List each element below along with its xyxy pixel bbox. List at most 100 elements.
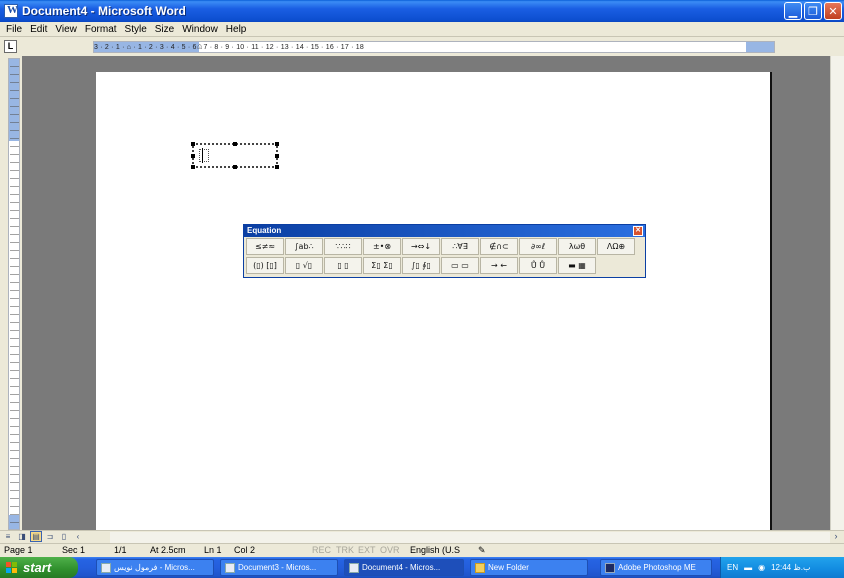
- window-controls: ▁ ❐ ✕: [784, 2, 842, 20]
- equation-toolbar-close-icon[interactable]: ✕: [633, 226, 643, 236]
- integral-templates-button[interactable]: ∫▯ ∮▯: [402, 257, 440, 274]
- summation-templates-button[interactable]: Σ▯ Σ▯: [363, 257, 401, 274]
- scroll-right-icon[interactable]: ›: [830, 531, 842, 543]
- view-buttons: ≡ ◨ ▤ ⊐ ▯ ‹: [2, 531, 84, 542]
- status-ext[interactable]: EXT: [358, 545, 376, 555]
- spaces-ellipses-button[interactable]: ∫ab∴: [285, 238, 323, 255]
- vertical-scrollbar[interactable]: [830, 56, 844, 530]
- folder-icon: [475, 562, 485, 573]
- ruler-row: L 3 · 2 · 1 · ⌂ · 1 · 2 · 3 · 4 · 5 · 6 …: [0, 36, 844, 56]
- menu-file[interactable]: File: [2, 24, 26, 35]
- resize-handle[interactable]: [191, 142, 195, 146]
- embellishments-button[interactable]: ∵∴∷: [324, 238, 362, 255]
- taskbar-item-document3[interactable]: Document3 - Micros...: [220, 559, 338, 576]
- taskbar-item-document4[interactable]: Document4 - Micros...: [344, 559, 464, 576]
- taskbar-item-photoshop[interactable]: Adobe Photoshop ME: [600, 559, 712, 576]
- spelling-status-icon[interactable]: ✎: [478, 545, 486, 556]
- window-title: Document4 - Microsoft Word: [22, 4, 186, 18]
- menu-size[interactable]: Size: [151, 24, 178, 35]
- reading-view-icon[interactable]: ▯: [58, 531, 70, 542]
- misc-symbols-button[interactable]: ∂∞ℓ: [519, 238, 557, 255]
- start-label: start: [23, 560, 52, 575]
- status-trk[interactable]: TRK: [336, 545, 354, 555]
- status-at: At 2.5cm: [150, 545, 186, 555]
- horizontal-scrollbar[interactable]: [110, 532, 830, 543]
- products-set-templates-button[interactable]: Ů Ů: [519, 257, 557, 274]
- resize-handle[interactable]: [275, 142, 279, 146]
- equation-slot[interactable]: [199, 149, 209, 162]
- menu-bar: File Edit View Format Style Size Window …: [0, 22, 844, 36]
- equation-toolbar-titlebar[interactable]: Equation ✕: [244, 225, 645, 237]
- start-button[interactable]: start: [0, 557, 78, 578]
- vruler-ticks: [10, 59, 19, 529]
- set-theory-symbols-button[interactable]: ∉∩⊂: [480, 238, 518, 255]
- subscript-superscript-templates-button[interactable]: ▯ ▯: [324, 257, 362, 274]
- status-section: Sec 1: [62, 545, 86, 555]
- status-language[interactable]: English (U.S: [410, 545, 460, 555]
- word-app-icon[interactable]: [4, 4, 18, 18]
- equation-symbols-row: ≤≠≈ ∫ab∴ ∵∴∷ ±•⊗ →⇔↓ ∴∀∃ ∉∩⊂ ∂∞ℓ λωθ ΛΩ⊕: [244, 237, 645, 256]
- labeled-arrow-templates-button[interactable]: → ←: [480, 257, 518, 274]
- taskbar-item-label: فرمول نويس - Micros...: [114, 563, 195, 572]
- normal-view-icon[interactable]: ≡: [2, 531, 14, 542]
- matrix-templates-button[interactable]: ▬ ▦: [558, 257, 596, 274]
- taskbar-item-word-persian[interactable]: فرمول نويس - Micros...: [96, 559, 214, 576]
- ruler-tick-labels: 3 · 2 · 1 · ⌂ · 1 · 2 · 3 · 4 · 5 · 6 · …: [94, 44, 364, 51]
- indent-marker-icon[interactable]: ⌂: [197, 42, 202, 51]
- equation-toolbar-title: Equation: [247, 226, 282, 235]
- taskbar-item-label: Adobe Photoshop ME: [618, 563, 696, 572]
- photoshop-icon: [605, 562, 615, 573]
- scroll-left-icon[interactable]: ‹: [72, 531, 84, 542]
- resize-handle[interactable]: [233, 142, 237, 146]
- resize-handle[interactable]: [275, 154, 279, 158]
- word-doc-icon: [225, 562, 235, 573]
- word-doc-icon: [101, 562, 111, 573]
- relational-symbols-button[interactable]: ≤≠≈: [246, 238, 284, 255]
- status-line: Ln 1: [204, 545, 222, 555]
- language-indicator[interactable]: EN: [727, 563, 738, 572]
- print-layout-view-icon[interactable]: ▤: [30, 531, 42, 542]
- status-column: Col 2: [234, 545, 256, 555]
- menu-edit[interactable]: Edit: [26, 24, 51, 35]
- operator-symbols-button[interactable]: ±•⊗: [363, 238, 401, 255]
- word-doc-icon: [349, 562, 359, 573]
- text-cursor: [202, 148, 203, 163]
- network-icon[interactable]: ◉: [758, 563, 765, 572]
- resize-handle[interactable]: [191, 165, 195, 169]
- close-button[interactable]: ✕: [824, 2, 842, 20]
- greek-lowercase-button[interactable]: λωθ: [558, 238, 596, 255]
- taskbar-item-label: New Folder: [488, 563, 529, 572]
- resize-handle[interactable]: [275, 165, 279, 169]
- taskbar-item-new-folder[interactable]: New Folder: [470, 559, 588, 576]
- tray-clock[interactable]: 12:44 ب.ظ: [771, 563, 810, 572]
- status-rec[interactable]: REC: [312, 545, 331, 555]
- status-page-count: 1/1: [114, 545, 127, 555]
- outline-view-icon[interactable]: ⊐: [44, 531, 56, 542]
- document-page[interactable]: [96, 72, 772, 530]
- menu-window[interactable]: Window: [178, 24, 222, 35]
- title-bar: Document4 - Microsoft Word ▁ ❐ ✕: [0, 0, 844, 22]
- menu-help[interactable]: Help: [222, 24, 251, 35]
- arrow-symbols-button[interactable]: →⇔↓: [402, 238, 440, 255]
- resize-handle[interactable]: [233, 165, 237, 169]
- taskbar-item-label: Document3 - Micros...: [238, 563, 317, 572]
- document-workspace: [22, 56, 830, 530]
- resize-handle[interactable]: [191, 154, 195, 158]
- web-view-icon[interactable]: ◨: [16, 531, 28, 542]
- keyboard-icon[interactable]: ▬: [744, 563, 752, 572]
- vertical-ruler[interactable]: [8, 58, 20, 530]
- horizontal-ruler[interactable]: 3 · 2 · 1 · ⌂ · 1 · 2 · 3 · 4 · 5 · 6 · …: [93, 41, 775, 53]
- greek-uppercase-button[interactable]: ΛΩ⊕: [597, 238, 635, 255]
- fraction-radical-templates-button[interactable]: ▯ √▯: [285, 257, 323, 274]
- fence-templates-button[interactable]: (▯) [▯]: [246, 257, 284, 274]
- menu-view[interactable]: View: [51, 24, 81, 35]
- status-ovr[interactable]: OVR: [380, 545, 400, 555]
- logical-symbols-button[interactable]: ∴∀∃: [441, 238, 479, 255]
- menu-format[interactable]: Format: [81, 24, 121, 35]
- equation-object[interactable]: [191, 142, 279, 169]
- tab-selector-button[interactable]: L: [4, 40, 17, 53]
- underbar-overbar-templates-button[interactable]: ▭ ▭: [441, 257, 479, 274]
- restore-button[interactable]: ❐: [804, 2, 822, 20]
- minimize-button[interactable]: ▁: [784, 2, 802, 20]
- menu-style[interactable]: Style: [121, 24, 151, 35]
